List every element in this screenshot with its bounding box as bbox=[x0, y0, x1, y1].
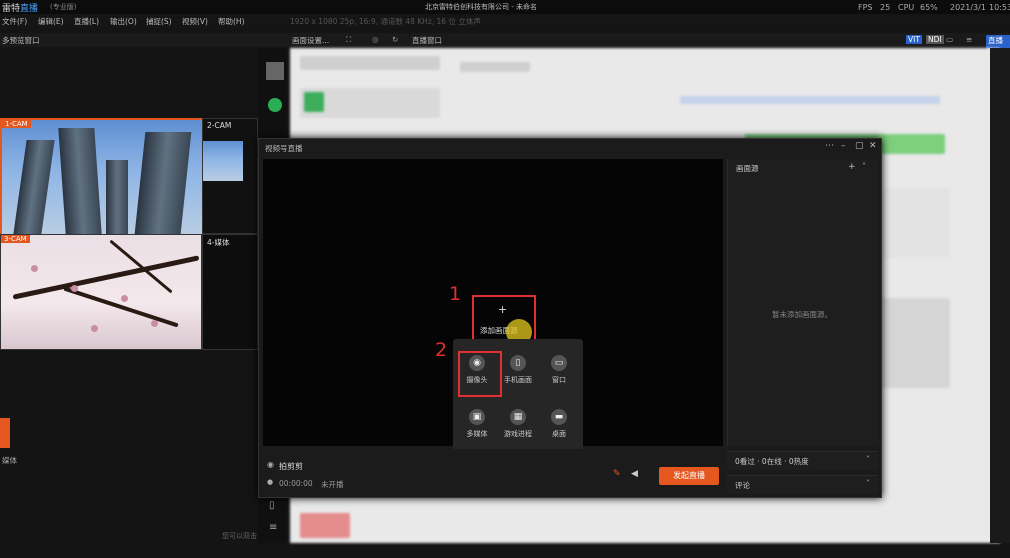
channel-icon: ◉ bbox=[267, 460, 274, 469]
more-options-icon[interactable]: ⋯ bbox=[825, 141, 834, 151]
speaker-icon[interactable]: ◀ bbox=[631, 469, 638, 479]
broadcast-bar: ◉ 拍剪剪 ● 00:00:00 未开播 ✎ ◀ 发起直播 bbox=[263, 449, 723, 495]
monitor-icon[interactable]: ▭ bbox=[946, 35, 953, 44]
collapse-icon[interactable]: ˄ bbox=[862, 162, 866, 171]
menu-icon[interactable]: ≡ bbox=[966, 35, 972, 44]
live-dialog: 视频号直播 ⋯ – ▢ ✕ 1 + 添加画面源 2 ◉ 摄像头 ▯ 手机画面 ▭… bbox=[258, 138, 882, 498]
menu-edit[interactable]: 编辑(E) bbox=[38, 16, 64, 27]
live-window-label: 直播窗口 bbox=[412, 36, 442, 45]
source-game[interactable]: ▦ 游戏进程 bbox=[498, 409, 538, 439]
streamer-name: 拍剪剪 bbox=[279, 462, 303, 471]
elapsed-time: 00:00:00 bbox=[279, 479, 313, 488]
cam2-preview[interactable]: 2-CAM bbox=[202, 118, 258, 234]
stats-row[interactable]: 0看过 · 0在线 · 0热度 ˅ bbox=[727, 451, 878, 470]
comments-label: 评论 bbox=[735, 481, 750, 490]
toolbar: 多预览窗口 画面设置... ⛶ ◎ ↻ 直播窗口 VIT NDI ▭ ≡ 直播窗… bbox=[0, 33, 1010, 57]
step-1-label: 1 bbox=[449, 283, 462, 305]
cpu-value: 65% bbox=[920, 3, 938, 12]
source-phone[interactable]: ▯ 手机画面 bbox=[498, 355, 538, 385]
comments-row[interactable]: 评论 ˅ bbox=[727, 475, 878, 494]
stats-text: 0看过 · 0在线 · 0热度 bbox=[735, 457, 809, 466]
dialog-title: 视频号直播 bbox=[265, 144, 303, 153]
hint-label: 您可以双击 bbox=[222, 532, 257, 540]
go-live-button[interactable]: 发起直播 bbox=[659, 467, 719, 485]
chevron-down-icon: ˅ bbox=[866, 455, 870, 464]
menu-capture[interactable]: 捕捉(S) bbox=[146, 16, 172, 27]
phone-icon: ▯ bbox=[510, 355, 526, 371]
clock-label: 10:53 bbox=[989, 3, 1010, 12]
vit-badge[interactable]: VIT bbox=[906, 35, 922, 44]
plus-icon: + bbox=[498, 303, 508, 316]
cam2-tag: 2-CAM bbox=[207, 121, 232, 130]
menu-output[interactable]: 输出(O) bbox=[110, 16, 137, 27]
add-icon[interactable]: + bbox=[848, 162, 856, 172]
source-panel: 画面源 + ˄ 暂未添加画面源。 bbox=[727, 159, 879, 446]
app-logo: 雷特直播 bbox=[2, 4, 39, 14]
empty-sources-text: 暂未添加画面源。 bbox=[772, 310, 832, 319]
source-desktop[interactable]: ▬ 桌面 bbox=[539, 409, 579, 439]
maximize-icon[interactable]: ▢ bbox=[855, 141, 864, 151]
host-title-bar: 雷特直播 (专业版) 北京雷特伯创科技有限公司 - 未命名 FPS 25 CPU… bbox=[0, 0, 1010, 15]
mic-muted-icon[interactable]: ✎ bbox=[613, 469, 621, 479]
ndi-badge[interactable]: NDI bbox=[926, 35, 944, 44]
media-label: 媒体 bbox=[2, 456, 17, 465]
chevron-down-icon: ˅ bbox=[866, 479, 870, 488]
cam3-tag: 3-CAM bbox=[1, 235, 30, 243]
game-icon: ▦ bbox=[510, 409, 526, 425]
minimize-icon[interactable]: – bbox=[841, 141, 846, 151]
menu-bar: 文件(F) 编辑(E) 直播(L) 输出(O) 捕捉(S) 视频(V) 帮助(H… bbox=[0, 14, 1010, 28]
camera-highlight bbox=[458, 351, 502, 397]
media-icon: ▣ bbox=[469, 409, 485, 425]
close-icon[interactable]: ✕ bbox=[869, 141, 877, 151]
fps-value: 25 bbox=[880, 3, 891, 12]
cam3-preview[interactable]: 3-CAM bbox=[0, 234, 202, 350]
menu-live[interactable]: 直播(L) bbox=[74, 16, 99, 27]
status-dot-icon: ● bbox=[267, 478, 274, 486]
side-tab[interactable] bbox=[0, 418, 10, 448]
step-2-label: 2 bbox=[435, 339, 448, 361]
source-media[interactable]: ▣ 多媒体 bbox=[457, 409, 497, 439]
settings-button[interactable]: 画面设置... bbox=[292, 35, 329, 46]
preview-window-label: 多预览窗口 bbox=[2, 36, 40, 45]
menu-file[interactable]: 文件(F) bbox=[2, 16, 27, 27]
cam4-preview[interactable]: 4-媒体 bbox=[202, 234, 258, 350]
live-status: 未开播 bbox=[321, 480, 344, 489]
source-panel-header: 画面源 bbox=[736, 164, 759, 173]
cpu-label: CPU bbox=[898, 3, 915, 12]
cam1-tag: 1-CAM bbox=[2, 120, 31, 128]
crop-icon[interactable]: ⛶ bbox=[346, 35, 351, 45]
source-window[interactable]: ▭ 窗口 bbox=[539, 355, 579, 385]
format-info: 1920 x 1080 25p, 16:9, 通道数 48 KHz, 16 位 … bbox=[290, 17, 481, 26]
date-label: 2021/3/1 bbox=[950, 3, 986, 12]
window-title: 北京雷特伯创科技有限公司 - 未命名 bbox=[425, 3, 537, 11]
cam1-preview[interactable]: 1-CAM bbox=[0, 118, 204, 236]
menu-video[interactable]: 视频(V) bbox=[182, 16, 208, 27]
chat-icon[interactable] bbox=[268, 98, 282, 112]
menu-help[interactable]: 帮助(H) bbox=[218, 16, 245, 27]
avatar[interactable] bbox=[266, 62, 284, 80]
refresh-icon[interactable]: ↻ bbox=[392, 35, 398, 44]
preview-stage[interactable]: 1 + 添加画面源 2 ◉ 摄像头 ▯ 手机画面 ▭ 窗口 ▣ 多媒体 ▦ 游戏… bbox=[263, 159, 723, 459]
edition-label: (专业版) bbox=[50, 3, 77, 11]
phone-icon[interactable]: ▯ bbox=[269, 500, 275, 511]
window-icon: ▭ bbox=[551, 355, 567, 371]
more-icon[interactable]: ≡ bbox=[269, 522, 277, 533]
right-edge-panel bbox=[990, 48, 1010, 543]
cam4-tag: 4-媒体 bbox=[207, 238, 230, 247]
snapshot-icon[interactable]: ◎ bbox=[372, 35, 379, 44]
fps-label: FPS bbox=[858, 3, 873, 12]
desktop-icon: ▬ bbox=[551, 409, 567, 425]
